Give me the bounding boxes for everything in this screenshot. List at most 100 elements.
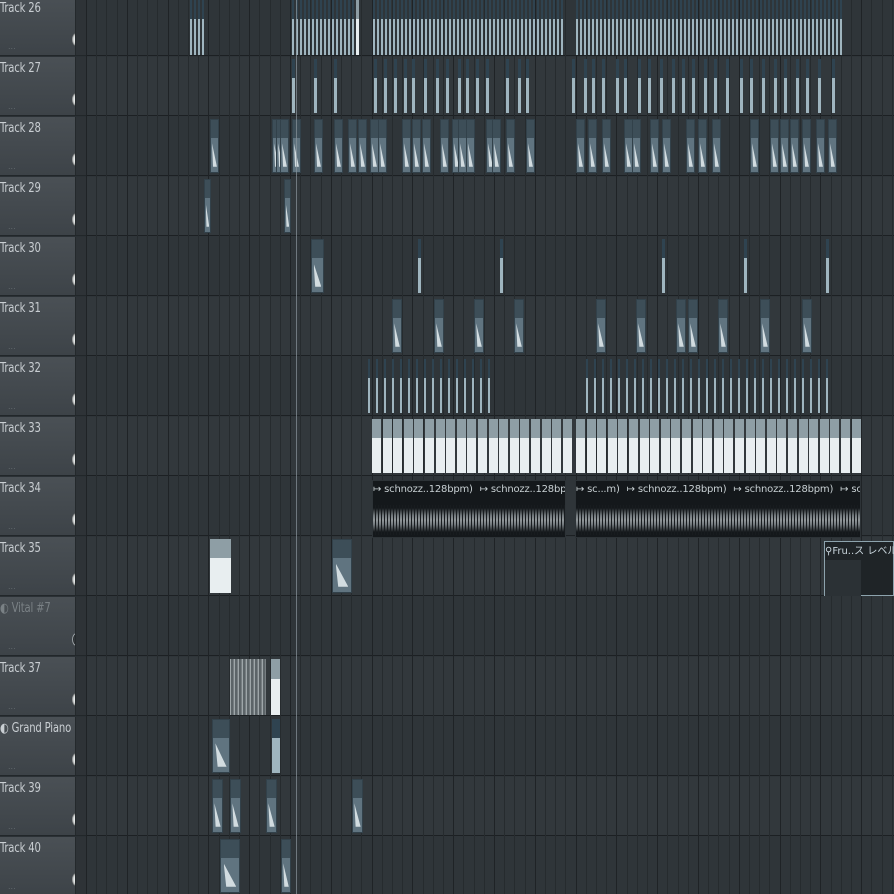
clip[interactable]	[602, 359, 604, 413]
clip[interactable]	[405, 0, 407, 55]
clip[interactable]	[374, 59, 377, 113]
clip[interactable]	[732, 0, 734, 55]
clip[interactable]	[692, 59, 695, 113]
clip[interactable]	[436, 419, 445, 473]
track-header[interactable]: Track 28...	[0, 117, 86, 176]
clip[interactable]	[668, 0, 670, 55]
track-header[interactable]: Track 30...	[0, 237, 86, 296]
clip[interactable]	[776, 0, 778, 55]
clip[interactable]	[636, 0, 638, 55]
clip[interactable]	[584, 0, 586, 55]
clip[interactable]	[489, 419, 498, 473]
clip[interactable]	[792, 0, 794, 55]
clip[interactable]	[409, 0, 411, 55]
clip[interactable]	[671, 419, 680, 473]
clip[interactable]	[448, 359, 450, 413]
clip[interactable]	[549, 0, 551, 55]
clip[interactable]	[204, 179, 211, 233]
clip[interactable]	[284, 179, 291, 233]
clip[interactable]	[616, 59, 619, 113]
clip[interactable]	[394, 59, 397, 113]
clip[interactable]	[499, 419, 508, 473]
track-header[interactable]: Track 35...	[0, 537, 86, 596]
clip[interactable]	[696, 0, 698, 55]
clip[interactable]	[809, 419, 818, 473]
clip[interactable]	[280, 119, 289, 173]
clip[interactable]	[592, 59, 595, 113]
clip[interactable]	[324, 0, 326, 55]
mute-led-icon[interactable]	[72, 573, 81, 586]
clip[interactable]	[740, 0, 742, 55]
clip[interactable]	[212, 719, 230, 773]
track-options-dots[interactable]: ...	[8, 822, 16, 831]
clip[interactable]	[652, 0, 654, 55]
clip[interactable]	[780, 119, 789, 173]
clip[interactable]	[608, 0, 610, 55]
clip[interactable]	[832, 0, 834, 55]
clip[interactable]	[754, 359, 756, 413]
clip[interactable]	[748, 0, 750, 55]
mute-led-icon[interactable]	[72, 453, 81, 466]
track-options-dots[interactable]: ...	[8, 42, 16, 51]
clip[interactable]	[580, 0, 582, 55]
track-header[interactable]: ◐ Grand Piano...	[0, 717, 86, 776]
clip[interactable]	[661, 419, 670, 473]
clip[interactable]	[300, 0, 302, 55]
clip[interactable]	[446, 419, 455, 473]
clip[interactable]	[648, 59, 651, 113]
mute-led-icon[interactable]	[72, 33, 81, 46]
track-header[interactable]: Track 39...	[0, 777, 86, 836]
mute-led-icon[interactable]	[72, 393, 81, 406]
clip[interactable]	[384, 359, 386, 413]
clip[interactable]	[730, 359, 732, 413]
clip[interactable]	[440, 119, 449, 173]
clip[interactable]	[488, 359, 490, 413]
clip[interactable]	[616, 0, 618, 55]
clip[interactable]	[802, 359, 804, 413]
clip[interactable]	[764, 0, 766, 55]
clip[interactable]	[796, 59, 799, 113]
clip[interactable]	[445, 0, 447, 55]
clip[interactable]	[826, 359, 828, 413]
clip[interactable]	[518, 59, 521, 113]
clip[interactable]	[756, 0, 758, 55]
clip[interactable]	[703, 419, 712, 473]
clip[interactable]	[497, 0, 499, 55]
clip[interactable]	[372, 419, 381, 473]
mute-led-icon[interactable]	[72, 813, 81, 826]
clip[interactable]	[230, 779, 241, 833]
clip[interactable]	[620, 0, 622, 55]
clip[interactable]	[425, 0, 427, 55]
clip[interactable]	[784, 0, 786, 55]
clip[interactable]	[418, 239, 421, 293]
clip[interactable]	[804, 0, 806, 55]
clip[interactable]	[392, 359, 394, 413]
clip[interactable]	[392, 299, 402, 353]
clip[interactable]	[662, 119, 671, 173]
clip[interactable]	[714, 359, 716, 413]
clip[interactable]	[800, 0, 802, 55]
clip[interactable]	[724, 419, 733, 473]
clip[interactable]	[640, 0, 642, 55]
clip[interactable]	[383, 419, 392, 473]
mute-led-icon[interactable]	[72, 273, 81, 286]
track-options-dots[interactable]: ...	[8, 882, 16, 891]
track-options-dots[interactable]: ...	[8, 462, 16, 471]
clip[interactable]	[612, 0, 614, 55]
clip[interactable]	[576, 119, 585, 173]
clip[interactable]	[674, 359, 676, 413]
clip[interactable]	[802, 299, 812, 353]
clip[interactable]	[786, 359, 788, 413]
playhead-line[interactable]	[296, 0, 297, 894]
clip[interactable]	[744, 239, 747, 293]
clip[interactable]	[740, 59, 743, 113]
clip[interactable]	[618, 359, 620, 413]
track-options-dots[interactable]: ...	[8, 702, 16, 711]
clip[interactable]	[373, 0, 375, 55]
clip[interactable]	[810, 359, 812, 413]
clip[interactable]	[828, 119, 837, 173]
clip[interactable]	[266, 779, 277, 833]
clip[interactable]	[486, 59, 489, 113]
clip[interactable]	[672, 0, 674, 55]
clip[interactable]	[413, 0, 415, 55]
